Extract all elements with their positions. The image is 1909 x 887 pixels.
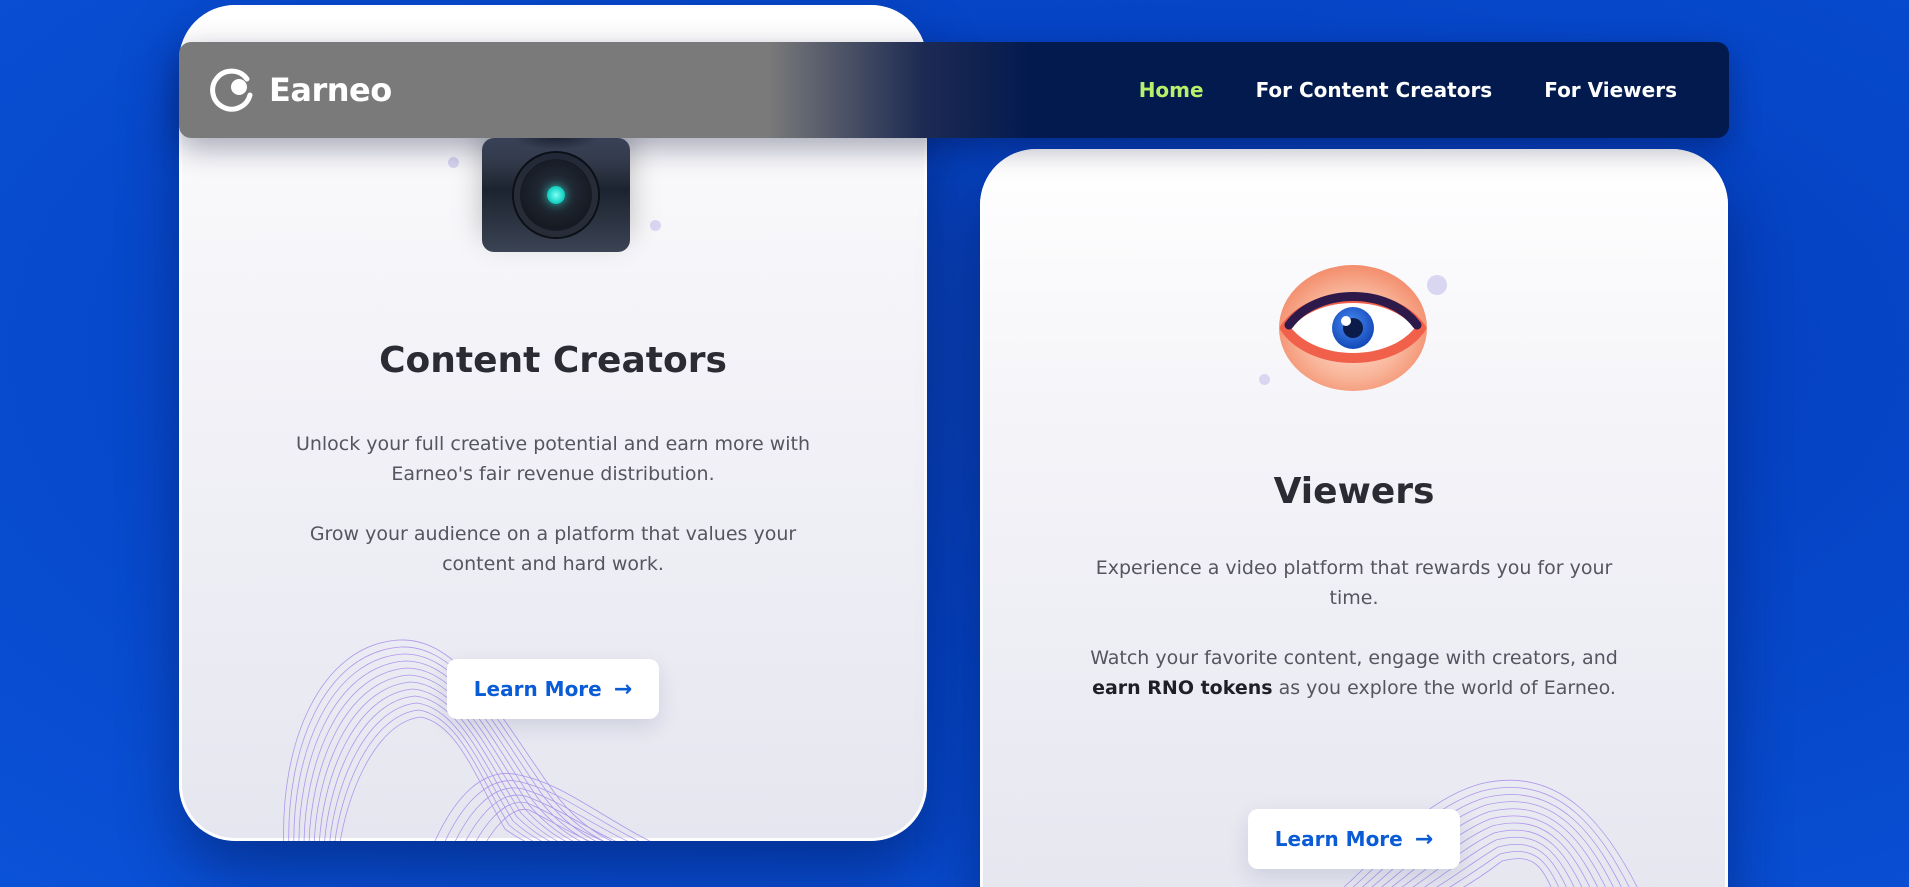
card-description: Unlock your full creative potential and …	[295, 433, 811, 485]
earneo-logo-icon	[210, 68, 253, 112]
creators-learn-more-button[interactable]: Learn More →	[447, 659, 659, 719]
card-description-secondary: Grow your audience on a platform that va…	[309, 523, 797, 575]
wave-lines-decoration	[283, 639, 651, 841]
camera-lens	[514, 153, 598, 237]
nav-link-for-viewers[interactable]: For Viewers	[1544, 78, 1677, 102]
arrow-right-icon: →	[613, 676, 633, 702]
brand-logo[interactable]: Earneo	[209, 67, 392, 113]
eye-icon	[1279, 265, 1427, 391]
nav-links: Home For Content Creators For Viewers	[1139, 42, 1677, 138]
camera-lens-core	[547, 186, 565, 204]
decor-dot	[1259, 374, 1270, 385]
nav-link-for-content-creators[interactable]: For Content Creators	[1256, 78, 1493, 102]
decor-dot	[448, 157, 459, 168]
card-title: Viewers	[1273, 471, 1435, 512]
description-text: as you explore the world of Earneo.	[1272, 677, 1616, 699]
description-text: Watch your favorite content, engage with…	[1090, 647, 1618, 669]
viewers-card: Viewers Experience a video platform that…	[980, 149, 1728, 887]
viewers-learn-more-button[interactable]: Learn More →	[1248, 809, 1460, 869]
card-description: Experience a video platform that rewards…	[1095, 557, 1613, 609]
nav-link-home[interactable]: Home	[1139, 78, 1204, 102]
rno-tokens-highlight: earn RNO tokens	[1092, 677, 1273, 699]
arrow-right-icon: →	[1414, 826, 1434, 852]
decor-dot	[650, 220, 661, 231]
camera-icon	[482, 138, 630, 252]
card-description-secondary: Watch your favorite content, engage with…	[1074, 643, 1634, 703]
button-label: Learn More	[1274, 827, 1403, 851]
top-navigation-bar: Earneo Home For Content Creators For Vie…	[179, 42, 1729, 138]
landing-page: Content Creators Unlock your full creati…	[0, 0, 1909, 887]
card-title: Content Creators	[379, 340, 727, 381]
brand-name: Earneo	[269, 71, 392, 109]
button-label: Learn More	[473, 677, 602, 701]
